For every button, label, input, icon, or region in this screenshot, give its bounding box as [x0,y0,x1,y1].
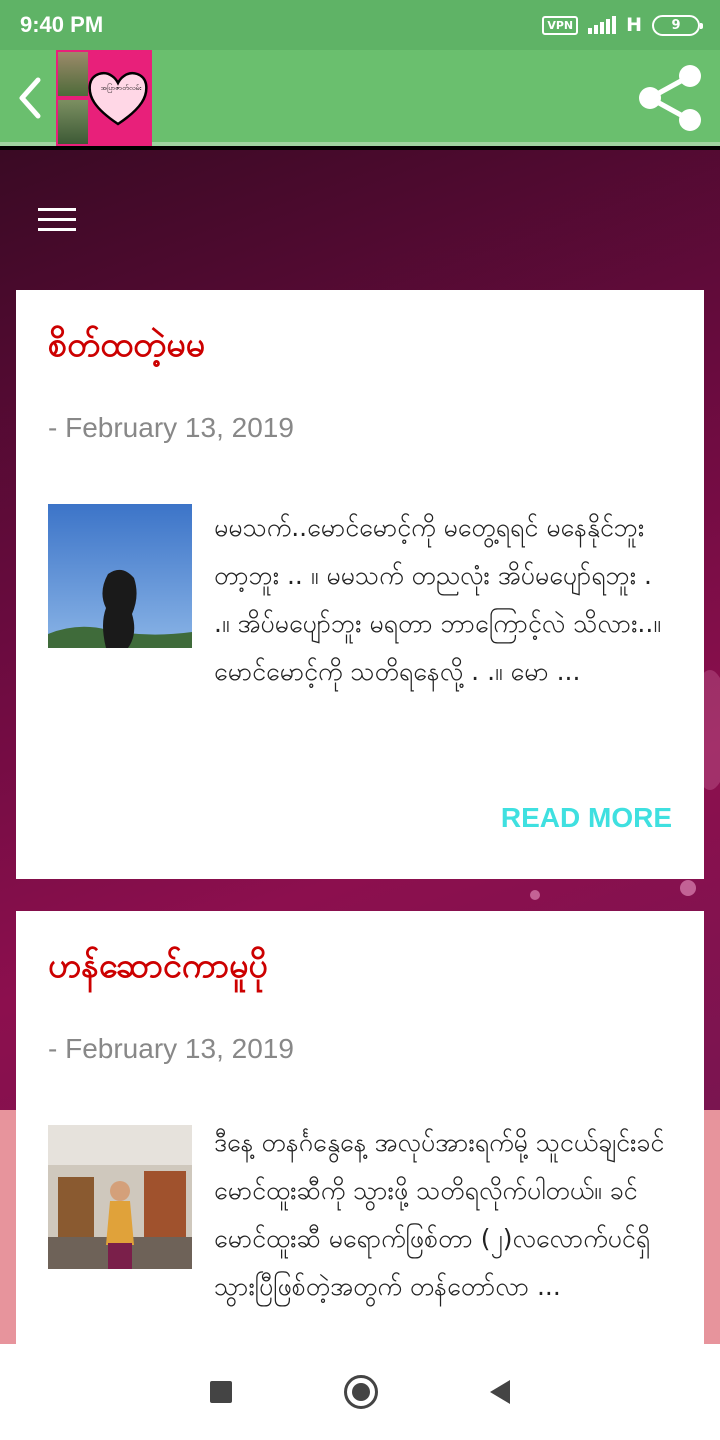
status-icons: VPN H 9 [542,14,703,36]
app-logo: အပြာ​ဇာတ်လမ်း [56,50,152,146]
battery-icon: 9 [652,14,703,36]
post-excerpt: မမသက်..မောင်မောင့်ကို မတွေ့ရရင် မနေနိုင်… [214,513,661,686]
back-arrow-icon[interactable] [12,72,48,124]
status-bar: 9:40 PM VPN H 9 [0,0,720,50]
post-excerpt: ဒီနေ့ တနင်္ဂနွေနေ့ အလုပ်အားရက်မို့ သူငယ်… [214,1128,665,1301]
system-nav-bar [0,1344,720,1440]
logo-text: အပြာ​ဇာတ်လမ်း [100,84,142,92]
post-date: - February 13, 2019 [48,1033,294,1064]
logo-photo-bottom [58,100,88,144]
post-card: စိတ်ထတဲ့မမ - February 13, 2019 မမသက်..မေ… [16,290,704,879]
post-thumbnail[interactable] [48,1125,192,1269]
logo-photo-top [58,52,88,96]
back-icon[interactable] [490,1380,510,1404]
content-area[interactable]: စိတ်ထတဲ့မမ - February 13, 2019 မမသက်..မေ… [0,150,720,1344]
post-thumbnail[interactable] [48,504,192,648]
menu-icon[interactable] [38,208,76,234]
status-time: 9:40 PM [20,12,104,37]
battery-level: 9 [671,17,681,33]
heart-icon [88,72,148,126]
post-card: ဟန်ဆောင်ကာမူပို - February 13, 2019 ဒီနေ… [16,911,704,1344]
recent-apps-icon[interactable] [210,1381,232,1403]
app-bar: အပြာ​ဇာတ်လမ်း [0,50,720,146]
network-type: H [626,14,642,36]
post-date: - February 13, 2019 [48,412,294,443]
read-more-link[interactable]: READ MORE [501,802,672,834]
share-icon[interactable] [636,62,706,134]
post-title[interactable]: ဟန်ဆောင်ကာမူပို [48,943,268,994]
post-title[interactable]: စိတ်ထတဲ့မမ [48,322,205,373]
vpn-icon: VPN [542,15,579,35]
signal-icon [588,16,617,34]
home-icon[interactable] [344,1375,378,1409]
